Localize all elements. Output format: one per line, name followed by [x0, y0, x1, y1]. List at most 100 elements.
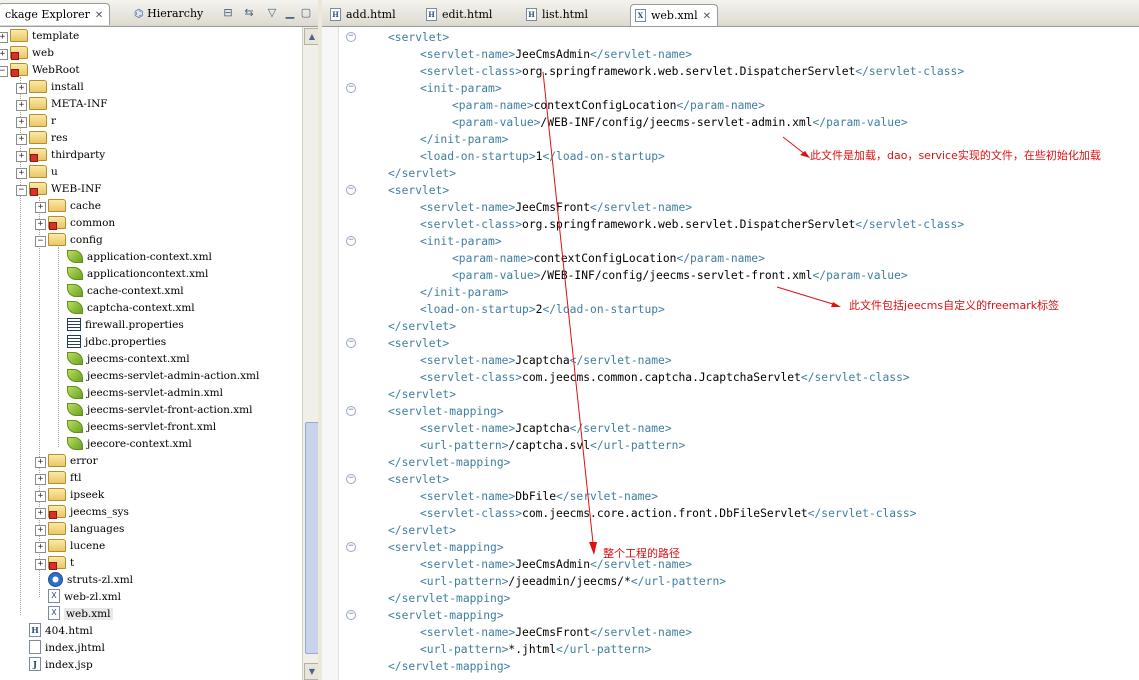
scroll-down-icon[interactable]: ▼: [304, 663, 318, 680]
expand-toggle-icon[interactable]: +: [16, 100, 27, 111]
expand-toggle-icon[interactable]: +: [16, 151, 27, 162]
tree-item[interactable]: jeecms-servlet-admin.xml: [67, 385, 223, 402]
collapse-toggle-icon[interactable]: −: [0, 66, 8, 77]
tree-item-label: jeecms-servlet-admin-action.xml: [87, 370, 260, 382]
expand-toggle-icon[interactable]: +: [35, 202, 46, 213]
close-icon[interactable]: ✕: [95, 5, 103, 26]
spring-leaf-icon: [67, 266, 83, 280]
expand-toggle-icon[interactable]: +: [0, 32, 8, 43]
tree-item-label: languages: [70, 523, 125, 535]
tree-item[interactable]: + ipseek: [35, 487, 104, 504]
tree-item[interactable]: + ftl: [35, 470, 81, 487]
tree-item[interactable]: − config: [35, 232, 103, 249]
tree-item[interactable]: index.jhtml: [29, 640, 105, 657]
tree-item[interactable]: jeecms-servlet-admin-action.xml: [67, 368, 259, 385]
collapse-toggle-icon[interactable]: −: [35, 236, 46, 247]
tree-item[interactable]: applicationcontext.xml: [67, 266, 208, 283]
tree-item-label: index.jhtml: [45, 642, 105, 654]
expand-toggle-icon[interactable]: +: [35, 525, 46, 536]
tree-item[interactable]: jeecms-servlet-front.xml: [67, 419, 216, 436]
collapse-all-icon[interactable]: ⊟: [221, 6, 235, 19]
tree-item[interactable]: + web: [0, 45, 54, 62]
tab-package-explorer[interactable]: ckage Explorer ✕: [0, 3, 111, 26]
spring-leaf-icon: [67, 300, 83, 314]
tree-item[interactable]: + languages: [35, 521, 125, 538]
spring-leaf-icon: [67, 283, 83, 297]
tree-item[interactable]: + u: [16, 164, 58, 181]
expand-toggle-icon[interactable]: +: [35, 508, 46, 519]
tree-item[interactable]: captcha-context.xml: [67, 300, 195, 317]
expand-toggle-icon[interactable]: +: [35, 559, 46, 570]
html-file-icon: H: [29, 623, 41, 637]
expand-toggle-icon[interactable]: +: [0, 49, 8, 60]
tree-item[interactable]: jeecms-servlet-front-action.xml: [67, 402, 252, 419]
scroll-thumb[interactable]: [305, 422, 318, 654]
tree-item[interactable]: + META-INF: [16, 96, 108, 113]
tree-item[interactable]: Xweb-zl.xml: [48, 589, 121, 606]
minimize-icon[interactable]: ▁: [283, 6, 297, 19]
tree-item[interactable]: − WebRoot: [0, 62, 80, 79]
left-tab-bar: ckage Explorer ✕ ⌬ Hierarchy ⊟ ⇆ ▽ ▁ ▢: [0, 0, 318, 27]
tree-item[interactable]: + install: [16, 79, 84, 96]
maximize-icon[interactable]: ▢: [299, 6, 313, 19]
annotation-project-path: 整个工程的路径: [603, 547, 680, 560]
tree-item-label: captcha-context.xml: [87, 302, 195, 314]
expand-toggle-icon[interactable]: +: [35, 491, 46, 502]
tree-item[interactable]: struts-zl.xml: [48, 571, 133, 589]
tree-scrollbar[interactable]: ▲ ▼: [302, 27, 318, 680]
tree-guide: [39, 197, 40, 597]
expand-toggle-icon[interactable]: +: [16, 134, 27, 145]
tree-item[interactable]: + error: [35, 453, 98, 470]
folder-red-icon: [29, 181, 47, 196]
tree-item-label: install: [51, 81, 84, 93]
tree-item[interactable]: Xweb.xml: [48, 606, 113, 623]
expand-toggle-icon[interactable]: +: [35, 474, 46, 485]
tree-item[interactable]: + cache: [35, 198, 101, 215]
tree-item[interactable]: + r: [16, 113, 56, 130]
tree-item[interactable]: − WEB-INF: [16, 181, 102, 198]
tree-item[interactable]: + lucene: [35, 538, 105, 555]
expand-toggle-icon[interactable]: +: [16, 83, 27, 94]
expand-toggle-icon[interactable]: +: [35, 219, 46, 230]
tree-item[interactable]: Jindex.jsp: [29, 657, 93, 674]
tree-item[interactable]: + res: [16, 130, 68, 147]
tree-item-label: cache: [70, 200, 101, 212]
view-menu-icon[interactable]: ▽: [265, 6, 279, 19]
tree-item[interactable]: + thirdparty: [16, 147, 106, 164]
tree-item[interactable]: cache-context.xml: [67, 283, 184, 300]
struts-gear-icon: [48, 571, 63, 587]
tree-item[interactable]: + jeecms_sys: [35, 504, 129, 521]
link-with-editor-icon[interactable]: ⇆: [242, 6, 256, 19]
folder-icon: [29, 113, 47, 127]
tree-item[interactable]: jeecore-context.xml: [67, 436, 192, 453]
tree-item[interactable]: + common: [35, 215, 115, 232]
scroll-up-icon[interactable]: ▲: [304, 28, 318, 45]
spring-leaf-icon: [67, 419, 83, 433]
collapse-toggle-icon[interactable]: −: [16, 185, 27, 196]
expand-toggle-icon[interactable]: +: [35, 542, 46, 553]
folder-icon: [29, 130, 47, 144]
tree-item-label: jdbc.properties: [85, 336, 167, 348]
tab-hierarchy-label: Hierarchy: [147, 7, 204, 20]
tree-item-label: thirdparty: [51, 149, 106, 161]
spring-leaf-icon: [67, 385, 83, 399]
tree-item[interactable]: firewall.properties: [67, 317, 184, 334]
hierarchy-icon: ⌬: [134, 7, 144, 20]
tree-item-label: META-INF: [51, 98, 108, 110]
annotation-arrow-1: [782, 136, 807, 156]
expand-toggle-icon[interactable]: +: [16, 168, 27, 179]
tree-item[interactable]: application-context.xml: [67, 249, 212, 266]
tree-item-label: t: [70, 557, 75, 569]
tree-item[interactable]: jeecms-context.xml: [67, 351, 190, 368]
tree-item[interactable]: + template: [0, 28, 79, 45]
tree-item-label: application-context.xml: [87, 251, 212, 263]
folder-red-icon: [10, 62, 28, 77]
spring-leaf-icon: [67, 436, 83, 450]
tree-item[interactable]: + t: [35, 555, 75, 572]
tab-hierarchy[interactable]: ⌬ Hierarchy: [128, 3, 209, 24]
expand-toggle-icon[interactable]: +: [35, 457, 46, 468]
tree-item-label: firewall.properties: [85, 319, 184, 331]
tree-item[interactable]: jdbc.properties: [67, 334, 166, 351]
tree-item[interactable]: H 404.html: [29, 623, 93, 640]
expand-toggle-icon[interactable]: +: [16, 117, 27, 128]
